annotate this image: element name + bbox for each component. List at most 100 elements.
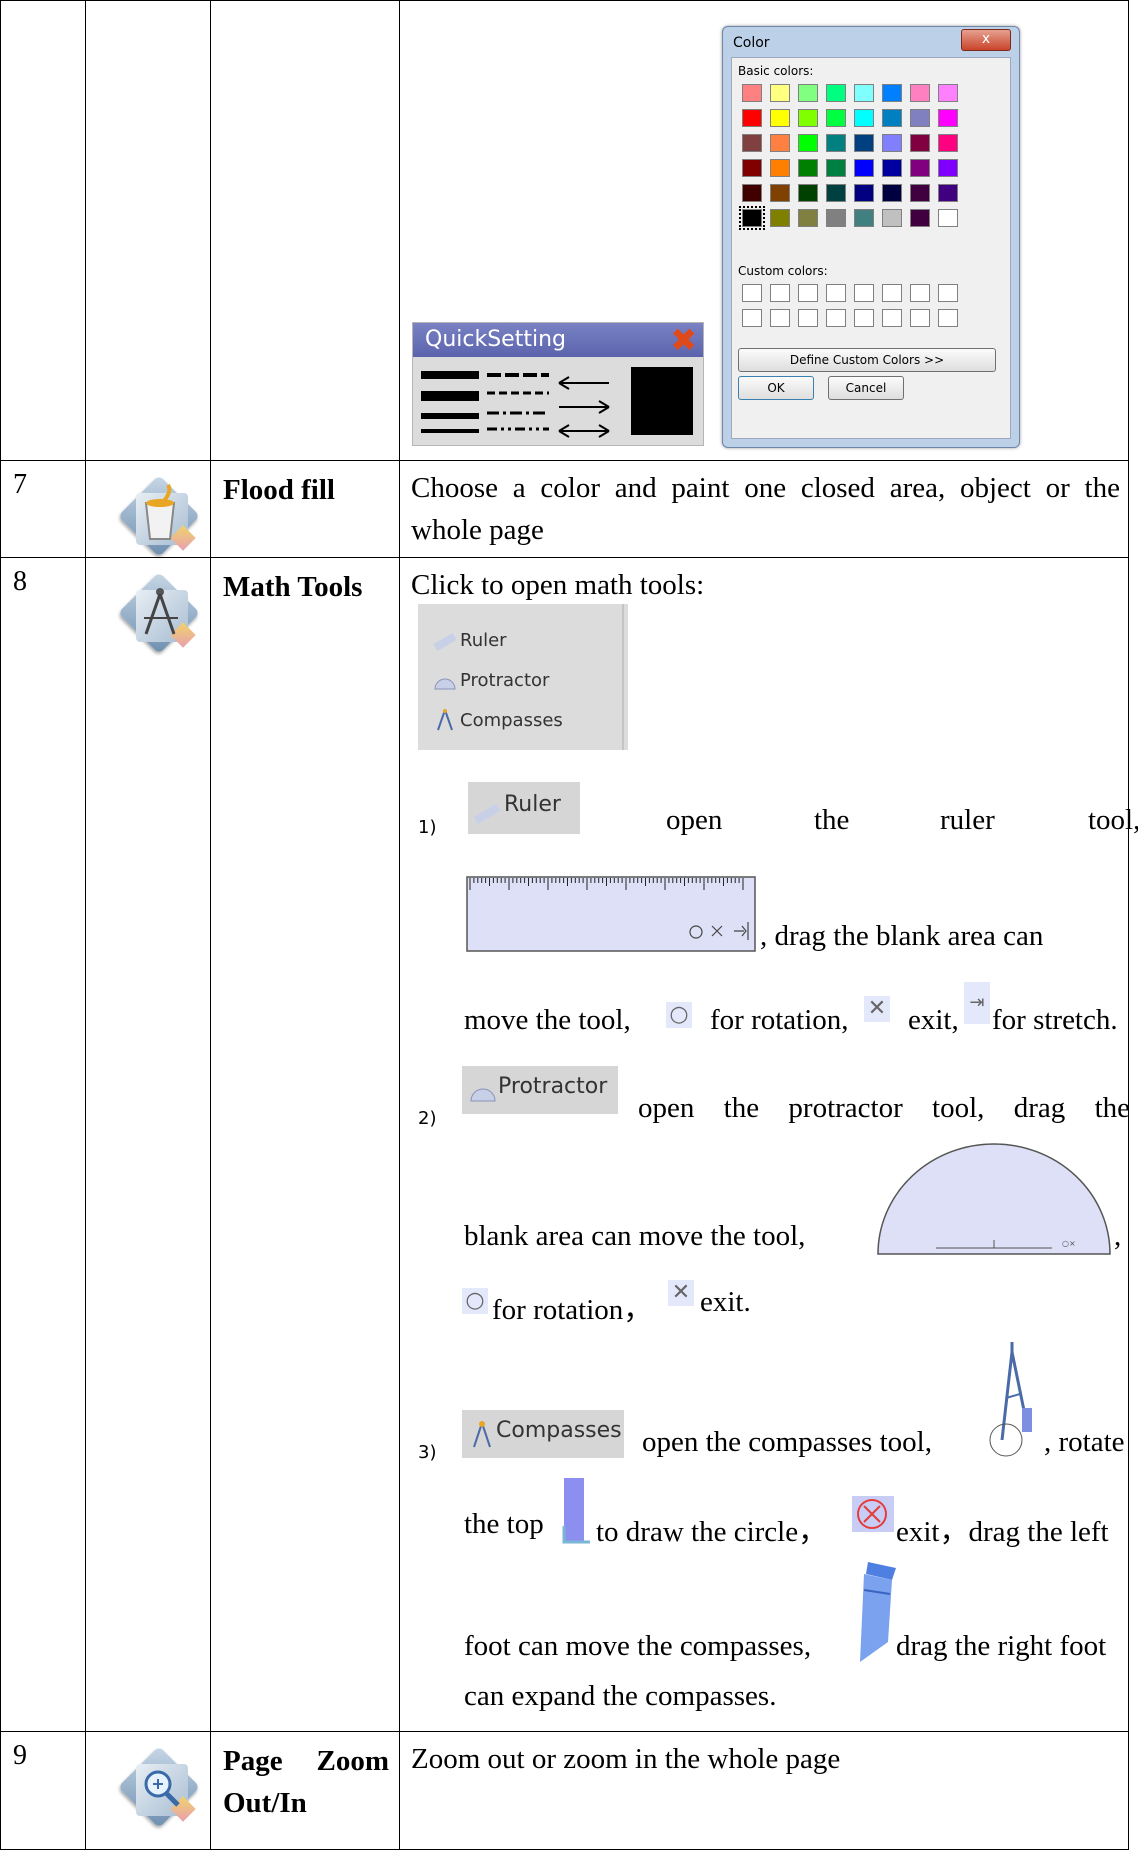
color-swatch[interactable] <box>798 84 818 102</box>
ruler-tool-image <box>466 876 756 952</box>
protractor-tool-image: ○× <box>877 1143 1111 1255</box>
color-swatch[interactable] <box>742 84 762 102</box>
color-swatch[interactable] <box>938 109 958 127</box>
color-swatch[interactable] <box>910 109 930 127</box>
color-dialog: Color x Basic colors: Custom colors: Def… <box>722 26 1020 448</box>
custom-color-swatch[interactable] <box>742 309 762 327</box>
ruler-button[interactable]: Ruler <box>468 782 580 834</box>
color-swatch[interactable] <box>854 209 874 227</box>
color-swatch[interactable] <box>882 134 902 152</box>
text: for stretch. <box>992 1004 1118 1036</box>
text: open the protractor tool, drag the <box>638 1092 1130 1124</box>
color-swatch[interactable] <box>826 209 846 227</box>
color-swatch[interactable] <box>882 184 902 202</box>
color-swatch[interactable] <box>826 184 846 202</box>
color-swatch[interactable] <box>910 159 930 177</box>
color-swatch[interactable] <box>798 159 818 177</box>
close-button[interactable]: x <box>961 29 1011 51</box>
color-swatch[interactable] <box>882 109 902 127</box>
custom-color-swatch[interactable] <box>742 284 762 302</box>
color-swatch[interactable] <box>770 209 790 227</box>
color-swatch[interactable] <box>938 209 958 227</box>
custom-color-swatch[interactable] <box>854 309 874 327</box>
color-swatch[interactable] <box>770 84 790 102</box>
color-swatch[interactable] <box>854 84 874 102</box>
color-swatch[interactable] <box>854 134 874 152</box>
custom-color-swatch[interactable] <box>770 284 790 302</box>
protractor-chip-label: Protractor <box>498 1074 608 1099</box>
protractor-icon <box>434 678 456 690</box>
color-swatch[interactable] <box>854 159 874 177</box>
text: the <box>814 804 850 836</box>
color-swatch[interactable] <box>910 84 930 102</box>
compasses-icon <box>473 1421 491 1448</box>
custom-color-swatch[interactable] <box>938 309 958 327</box>
custom-color-swatch[interactable] <box>882 284 902 302</box>
color-swatch[interactable] <box>854 184 874 202</box>
menu-item-ruler[interactable]: Ruler <box>460 630 507 651</box>
compasses-button[interactable]: Compasses <box>462 1410 624 1458</box>
color-swatch[interactable] <box>826 134 846 152</box>
custom-color-swatch[interactable] <box>938 284 958 302</box>
text: the top <box>464 1508 544 1540</box>
color-swatch[interactable] <box>770 109 790 127</box>
compasses-chip-label: Compasses <box>496 1418 622 1443</box>
close-icon[interactable]: ✖ <box>670 324 697 356</box>
color-swatch[interactable] <box>938 134 958 152</box>
custom-color-swatch[interactable] <box>882 309 902 327</box>
color-swatch[interactable] <box>882 84 902 102</box>
color-swatch[interactable] <box>798 184 818 202</box>
custom-color-swatch[interactable] <box>910 309 930 327</box>
ok-button[interactable]: OK <box>738 376 814 400</box>
text: for rotation， <box>492 1294 653 1326</box>
color-swatch[interactable] <box>798 134 818 152</box>
menu-item-protractor[interactable]: Protractor <box>460 670 549 691</box>
text: , rotate <box>1044 1426 1125 1458</box>
color-swatch[interactable] <box>742 184 762 202</box>
color-swatch[interactable] <box>826 109 846 127</box>
compasses-icon <box>437 709 453 731</box>
color-swatch[interactable] <box>910 209 930 227</box>
color-swatch[interactable] <box>742 159 762 177</box>
basic-colors-grid <box>739 84 960 230</box>
color-swatch[interactable] <box>770 159 790 177</box>
compasses-tool-icon <box>117 571 201 655</box>
protractor-button[interactable]: Protractor <box>462 1066 618 1114</box>
color-swatch[interactable] <box>910 134 930 152</box>
line-style-options[interactable] <box>413 357 703 445</box>
color-swatch[interactable] <box>798 209 818 227</box>
row-number: 7 <box>0 460 86 558</box>
custom-color-swatch[interactable] <box>770 309 790 327</box>
basic-colors-label: Basic colors: <box>738 64 814 78</box>
custom-color-swatch[interactable] <box>826 284 846 302</box>
cancel-button[interactable]: Cancel <box>828 376 904 400</box>
color-swatch[interactable] <box>938 184 958 202</box>
color-swatch[interactable] <box>938 84 958 102</box>
color-swatch[interactable] <box>770 134 790 152</box>
text: exit, <box>908 1004 959 1036</box>
step-number: 2) <box>418 1108 437 1129</box>
color-swatch[interactable] <box>770 184 790 202</box>
define-custom-colors-button[interactable]: Define Custom Colors >> <box>738 348 996 372</box>
color-swatch[interactable] <box>854 109 874 127</box>
color-swatch[interactable] <box>882 159 902 177</box>
color-swatch[interactable] <box>826 84 846 102</box>
color-swatch[interactable] <box>742 134 762 152</box>
color-swatch[interactable] <box>742 109 762 127</box>
color-swatch[interactable] <box>882 209 902 227</box>
color-swatch[interactable] <box>798 109 818 127</box>
custom-color-swatch[interactable] <box>798 309 818 327</box>
color-swatch[interactable] <box>910 184 930 202</box>
rotate-icon: ○ <box>462 1288 488 1314</box>
color-swatch[interactable] <box>938 159 958 177</box>
tool-description: Choose a color and paint one closed area… <box>399 460 1129 558</box>
color-swatch[interactable] <box>739 206 765 230</box>
table-row: 7 Flood fill Choose a color and paint on… <box>0 460 1129 558</box>
color-swatch[interactable] <box>826 159 846 177</box>
custom-color-swatch[interactable] <box>910 284 930 302</box>
custom-color-swatch[interactable] <box>798 284 818 302</box>
custom-color-swatch[interactable] <box>826 309 846 327</box>
tool-description: Zoom out or zoom in the whole page <box>399 1731 1129 1850</box>
custom-color-swatch[interactable] <box>854 284 874 302</box>
menu-item-compasses[interactable]: Compasses <box>460 710 563 731</box>
